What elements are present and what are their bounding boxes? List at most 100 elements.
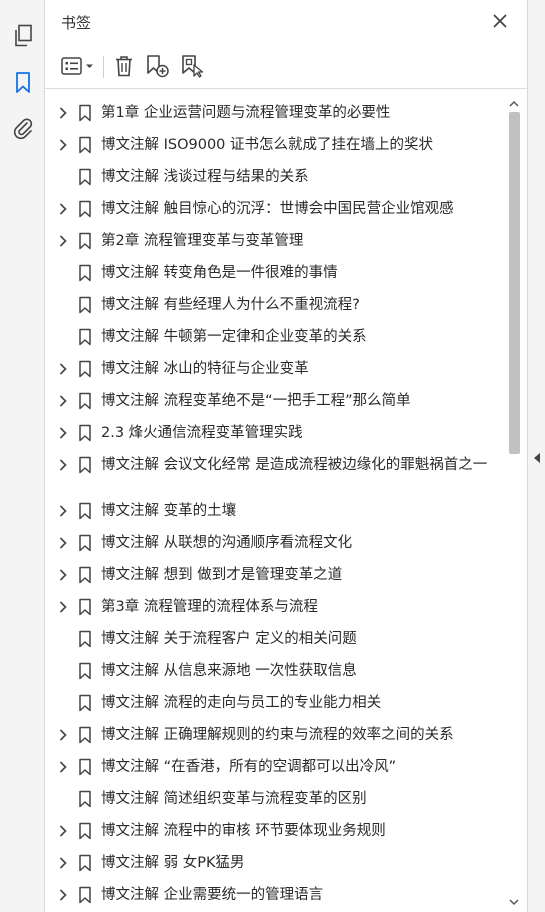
bookmark-item[interactable]: 博文注解 流程中的审核 环节要体现业务规则 <box>45 816 505 848</box>
bookmark-label: 博文注解 触目惊心的沉浮：世博会中国民营企业馆观感 <box>101 201 454 217</box>
bookmark-list-scrollbar[interactable] <box>505 94 523 912</box>
bookmark-icon <box>79 328 91 346</box>
bookmark-item[interactable]: 博文注解 弱 女PK猛男 <box>45 848 505 880</box>
bookmark-item[interactable]: 博文注解 冰山的特征与企业变革 <box>45 354 505 386</box>
expand-chevron-icon[interactable] <box>56 888 70 902</box>
bookmark-item[interactable]: 博文注解 简述组织变革与流程变革的区别 <box>45 784 505 816</box>
bookmarks-button[interactable] <box>8 68 37 97</box>
bookmark-item[interactable]: 博文注解 流程变革绝不是“一把手工程”那么简单 <box>45 386 505 418</box>
expand-chevron-icon[interactable] <box>56 234 70 248</box>
scrollbar-thumb[interactable] <box>509 112 520 454</box>
bookmark-label: 博文注解 转变角色是一件很难的事情 <box>101 265 338 281</box>
expand-chevron-icon[interactable] <box>56 458 70 472</box>
bookmark-icon <box>79 854 91 872</box>
bookmark-label: 第1章 企业运营问题与流程管理变革的必要性 <box>101 105 391 121</box>
bookmark-label: 2.3 烽火通信流程变革管理实践 <box>101 425 303 441</box>
expand-chevron-icon[interactable] <box>56 106 70 120</box>
new-bookmark-from-selection-button[interactable] <box>179 53 207 79</box>
new-bookmark-icon <box>147 55 169 78</box>
delete-bookmark-button[interactable] <box>111 53 137 79</box>
expand-chevron-icon[interactable] <box>56 760 70 774</box>
bookmarks-panel: 书签 第1章 企业运营问题与流程管理变革的必要性 博文注解 ISO9000 证书… <box>45 0 528 912</box>
expand-chevron-icon[interactable] <box>56 504 70 518</box>
attachment-icon <box>13 117 32 139</box>
bookmark-label: 博文注解 变革的土壤 <box>101 503 237 519</box>
scroll-down-icon[interactable] <box>508 896 520 908</box>
bookmark-label: 博文注解 冰山的特征与企业变革 <box>101 361 309 377</box>
bookmark-label: 博文注解 会议文化经常 是造成流程被边缘化的罪魁祸首之一 <box>101 457 488 473</box>
new-bookmark-from-selection-icon <box>182 55 204 78</box>
bookmark-icon <box>79 264 91 282</box>
options-menu-icon <box>61 57 93 75</box>
bookmark-icon <box>79 104 91 122</box>
bookmark-item[interactable]: 2.3 烽火通信流程变革管理实践 <box>45 418 505 450</box>
bookmark-item[interactable]: 第2章 流程管理变革与变革管理 <box>45 226 505 258</box>
bookmark-icon <box>79 424 91 442</box>
expand-chevron-icon[interactable] <box>56 568 70 582</box>
scroll-up-icon[interactable] <box>508 98 520 110</box>
bookmark-item[interactable]: 博文注解 ISO9000 证书怎么就成了挂在墙上的奖状 <box>45 130 505 162</box>
bookmark-item[interactable]: 博文注解 想到 做到才是管理变革之道 <box>45 560 505 592</box>
bookmark-label: 博文注解 流程变革绝不是“一把手工程”那么简单 <box>101 393 411 409</box>
bookmark-label: 第3章 流程管理的流程体系与流程 <box>101 599 318 615</box>
pages-button[interactable] <box>8 21 37 50</box>
bookmark-icon <box>79 200 91 218</box>
bookmark-item[interactable]: 博文注解 会议文化经常 是造成流程被边缘化的罪魁祸首之一 <box>45 450 505 496</box>
bookmark-label: 博文注解 牛顿第一定律和企业变革的关系 <box>101 329 367 345</box>
bookmark-item[interactable]: 博文注解 从联想的沟通顺序看流程文化 <box>45 528 505 560</box>
expand-chevron-icon[interactable] <box>56 394 70 408</box>
bookmark-icon <box>79 822 91 840</box>
bookmark-item[interactable]: 博文注解 浅谈过程与结果的关系 <box>45 162 505 194</box>
bookmark-item[interactable]: 博文注解 正确理解规则的约束与流程的效率之间的关系 <box>45 720 505 752</box>
bookmark-label: 博文注解 正确理解规则的约束与流程的效率之间的关系 <box>101 727 454 743</box>
expand-chevron-icon[interactable] <box>56 138 70 152</box>
bookmark-item[interactable]: 第1章 企业运营问题与流程管理变革的必要性 <box>45 98 505 130</box>
bookmark-item[interactable]: 第3章 流程管理的流程体系与流程 <box>45 592 505 624</box>
expand-chevron-icon[interactable] <box>56 728 70 742</box>
bookmark-icon <box>79 534 91 552</box>
bookmarks-toolbar <box>45 44 528 89</box>
bookmark-label: 博文注解 浅谈过程与结果的关系 <box>101 169 309 185</box>
bookmark-icon <box>79 392 91 410</box>
expand-chevron-icon[interactable] <box>56 824 70 838</box>
bookmark-item[interactable]: 博文注解 有些经理人为什么不重视流程? <box>45 290 505 322</box>
new-bookmark-button[interactable] <box>144 53 172 79</box>
panel-title: 书签 <box>61 14 92 32</box>
bookmark-icon <box>79 502 91 520</box>
bookmark-item[interactable]: 博文注解 关于流程客户 定义的相关问题 <box>45 624 505 656</box>
bookmark-item[interactable]: 博文注解 企业需要统一的管理语言 <box>45 880 505 912</box>
bookmark-label: 博文注解 关于流程客户 定义的相关问题 <box>101 631 357 647</box>
bookmark-item[interactable]: 博文注解 触目惊心的沉浮：世博会中国民营企业馆观感 <box>45 194 505 226</box>
options-menu-button[interactable] <box>59 53 97 79</box>
bookmark-item[interactable]: 博文注解 转变角色是一件很难的事情 <box>45 258 505 290</box>
expand-chevron-icon[interactable] <box>56 856 70 870</box>
pages-icon <box>14 24 32 46</box>
bookmark-icon <box>79 296 91 314</box>
bookmark-item[interactable]: 博文注解 变革的土壤 <box>45 496 505 528</box>
panel-header: 书签 <box>45 0 528 44</box>
expand-chevron-icon[interactable] <box>56 426 70 440</box>
bookmark-label: 博文注解 企业需要统一的管理语言 <box>101 887 324 903</box>
expand-chevron-icon[interactable] <box>56 202 70 216</box>
expand-chevron-icon[interactable] <box>56 362 70 376</box>
bookmark-icon <box>79 758 91 776</box>
expand-chevron-icon[interactable] <box>56 536 70 550</box>
bookmark-label: 博文注解 流程中的审核 环节要体现业务规则 <box>101 823 386 839</box>
bookmark-list: 第1章 企业运营问题与流程管理变革的必要性博文注解 ISO9000 证书怎么就成… <box>45 94 505 912</box>
bookmark-item[interactable]: 博文注解 牛顿第一定律和企业变革的关系 <box>45 322 505 354</box>
toolbar-separator <box>103 56 104 78</box>
bookmark-item[interactable]: 博文注解 从信息来源地 一次性获取信息 <box>45 656 505 688</box>
bookmark-icon <box>79 456 91 474</box>
bookmark-icon <box>79 168 91 186</box>
expand-chevron-icon[interactable] <box>56 600 70 614</box>
bookmark-icon <box>79 360 91 378</box>
bookmark-item[interactable]: 博文注解 流程的走向与员工的专业能力相关 <box>45 688 505 720</box>
bookmark-item[interactable]: 博文注解 “在香港，所有的空调都可以出冷风” <box>45 752 505 784</box>
bookmark-label: 博文注解 “在香港，所有的空调都可以出冷风” <box>101 759 397 775</box>
bookmark-label: 第2章 流程管理变革与变革管理 <box>101 233 304 249</box>
panel-collapse-strip[interactable] <box>528 0 545 912</box>
attachments-button[interactable] <box>8 114 37 143</box>
close-panel-button[interactable] <box>490 11 510 31</box>
collapse-arrow-icon[interactable] <box>533 452 541 464</box>
delete-icon <box>116 56 132 77</box>
